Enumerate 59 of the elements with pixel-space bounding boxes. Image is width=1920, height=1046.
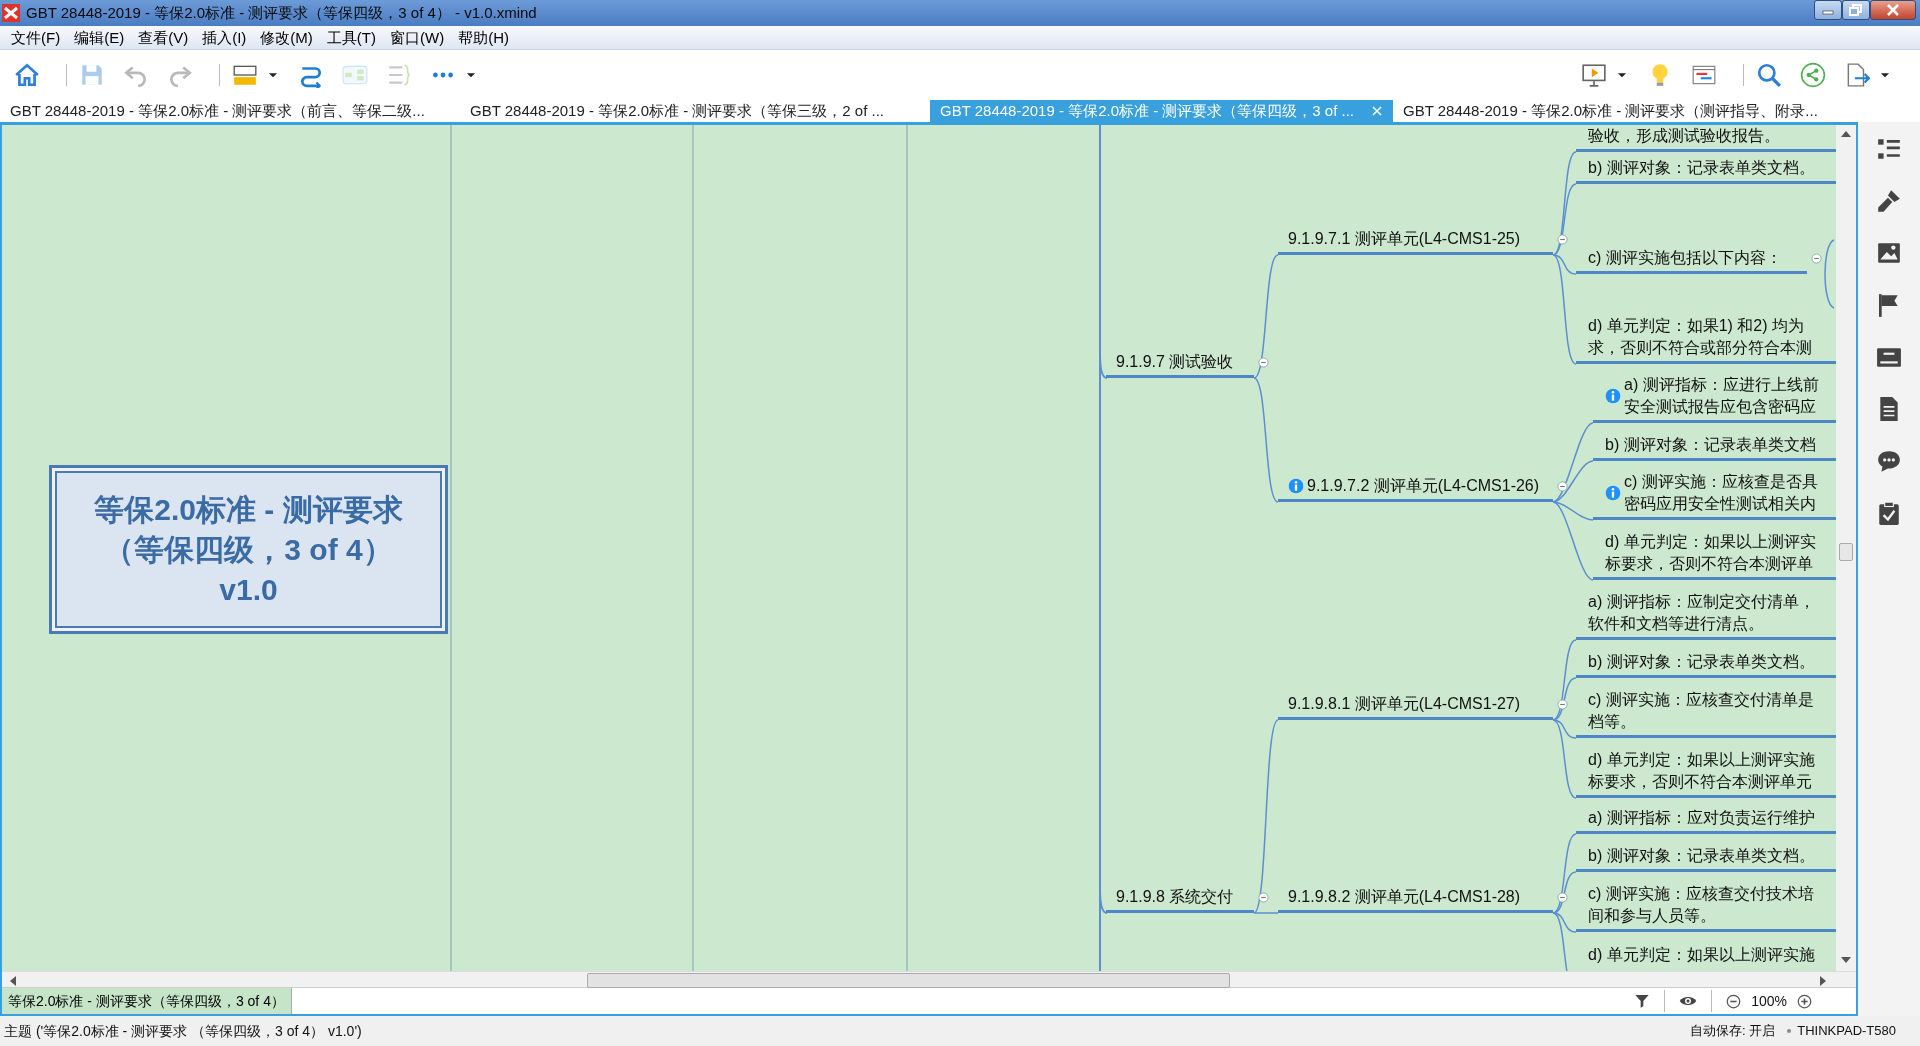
presentation-icon[interactable] [1581, 62, 1607, 88]
restore-icon [1849, 4, 1863, 16]
close-button[interactable] [1870, 0, 1916, 20]
menu-item[interactable]: 工具(T) [319, 26, 383, 49]
machine-name: THINKPAD-T580 [1797, 1022, 1896, 1041]
menu-item[interactable]: 修改(M) [253, 26, 320, 49]
horizontal-scrollbar[interactable] [2, 971, 1856, 987]
search-icon[interactable] [1756, 62, 1782, 88]
home-icon[interactable] [14, 62, 40, 88]
maximize-button[interactable] [1842, 0, 1870, 20]
comment-icon[interactable] [1876, 448, 1902, 474]
topic[interactable]: 9.1.9.7.2 测评单元(L4-CMS1-26) [1278, 475, 1553, 502]
topic[interactable]: c) 测评实施包括以下内容： [1576, 247, 1807, 274]
zoom-in-icon[interactable] [1797, 993, 1812, 1009]
info-icon[interactable] [1288, 478, 1304, 494]
collapse-icon[interactable] [1557, 892, 1568, 903]
topic[interactable]: 9.1.9.7.1 测评单元(L4-CMS1-25) [1278, 228, 1553, 255]
share-icon[interactable] [1800, 62, 1826, 88]
menu-item[interactable]: 文件(F) [4, 26, 68, 49]
collapse-icon[interactable] [1258, 357, 1269, 368]
menu-item[interactable]: 编辑(E) [67, 26, 132, 49]
info-icon[interactable] [1605, 485, 1621, 501]
scroll-down-icon[interactable] [1841, 957, 1851, 963]
status-text: 主题 ('等保2.0标准 - 测评要求 （等保四级，3 of 4） v1.0') [4, 1021, 362, 1041]
scroll-right-icon[interactable] [1820, 976, 1826, 986]
zoom-level: 100% [1751, 991, 1787, 1011]
scrollbar-thumb[interactable] [1839, 543, 1853, 561]
menu-item[interactable]: 窗口(W) [383, 26, 452, 49]
minimize-button[interactable] [1814, 0, 1842, 20]
scroll-left-icon[interactable] [10, 976, 16, 986]
collapse-icon[interactable] [1557, 699, 1568, 710]
scroll-up-icon[interactable] [1841, 131, 1851, 137]
collapse-icon[interactable] [1258, 892, 1269, 903]
clipboard-check-icon[interactable] [1876, 500, 1902, 526]
topic[interactable]: 9.1.9.7 测试验收 [1106, 351, 1254, 378]
sheet-tab[interactable]: 等保2.0标准 - 测评要求（等保四级，3 of 4） [2, 988, 292, 1014]
collapse-icon[interactable] [1557, 481, 1568, 492]
central-topic[interactable]: 等保2.0标准 - 测评要求 （等保四级，3 of 4） v1.0 [49, 465, 448, 634]
close-icon [1886, 4, 1900, 16]
status-dot [1787, 1029, 1792, 1033]
collapse-icon[interactable] [1811, 253, 1822, 264]
topic[interactable]: 9.1.9.8.2 测评单元(L4-CMS1-28) [1278, 886, 1553, 913]
menu-item[interactable]: 查看(V) [131, 26, 196, 49]
close-icon[interactable] [1371, 105, 1383, 117]
info-icon[interactable] [1605, 388, 1621, 404]
window-title: GBT 28448-2019 - 等保2.0标准 - 测评要求（等保四级，3 of 4） - v1.0.xmind [26, 2, 537, 23]
image-icon[interactable] [1876, 240, 1902, 266]
topic[interactable]: 9.1.9.8.1 测评单元(L4-CMS1-27) [1278, 693, 1553, 720]
topic[interactable]: 9.1.9.8 系统交付 [1106, 886, 1254, 913]
outline-icon[interactable] [1876, 136, 1902, 162]
app-logo-icon [2, 4, 20, 22]
collapse-icon[interactable] [1557, 234, 1568, 245]
scrollbar-thumb[interactable] [587, 973, 1230, 988]
brush-icon[interactable] [1876, 188, 1902, 214]
menu-item[interactable]: 插入(I) [195, 26, 254, 49]
autosave-status: 自动保存: 开启 [1690, 1022, 1776, 1041]
filter-icon[interactable] [1634, 993, 1651, 1009]
zoom-out-icon[interactable] [1726, 993, 1742, 1009]
menu-item[interactable]: 帮助(H) [451, 26, 516, 49]
